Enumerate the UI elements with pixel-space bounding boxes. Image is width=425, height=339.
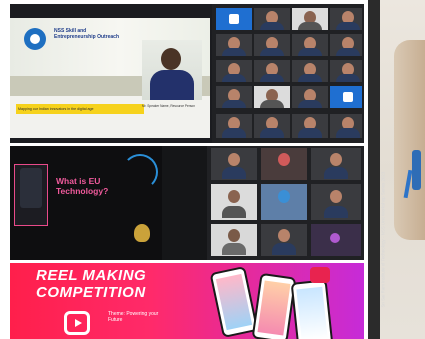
slide-title: What is EU Technology? — [56, 176, 109, 196]
participant-tile[interactable] — [292, 34, 328, 56]
participant-tile[interactable] — [254, 86, 290, 108]
play-triangle-icon — [75, 319, 82, 327]
side-photo: Sri Sai Ram Institute of Technology - NS… — [368, 0, 425, 339]
avatar-placeholder-icon — [229, 14, 239, 24]
reel-play-icon — [64, 311, 90, 335]
shared-slide-dark: What is EU Technology? — [10, 146, 162, 260]
speaker-video — [142, 40, 202, 100]
banner-title: REEL MAKING COMPETITION — [36, 267, 236, 301]
participant-gallery-top — [212, 4, 364, 143]
meeting-screenshot-top: NSS Skill and Entrepreneurship Outreach … — [10, 4, 364, 143]
emblem-icon — [134, 224, 150, 242]
participant-tile[interactable] — [216, 34, 252, 56]
phone-mockup — [251, 272, 297, 339]
logo-center — [30, 34, 40, 44]
participant-tile[interactable] — [254, 8, 290, 30]
photo-dark-edge — [368, 0, 380, 339]
organization-logo-icon — [24, 28, 46, 50]
phone-illustration-icon — [20, 168, 42, 208]
participant-tile[interactable] — [330, 8, 362, 30]
bottle-in-photo — [412, 150, 421, 190]
participant-tile[interactable] — [292, 86, 328, 108]
participant-tile[interactable] — [211, 224, 257, 256]
participant-tile[interactable] — [330, 86, 362, 108]
participant-tile[interactable] — [330, 60, 362, 82]
speaker-caption: Mr. Speaker Name, Resource Person — [142, 104, 195, 108]
participant-tile[interactable] — [216, 86, 252, 108]
participant-tile[interactable] — [311, 184, 361, 220]
shared-slide: NSS Skill and Entrepreneurship Outreach … — [10, 18, 210, 138]
participant-tile[interactable] — [254, 114, 290, 138]
participant-gallery-middle — [207, 146, 364, 260]
participant-tile[interactable] — [216, 114, 252, 138]
phone-mockup — [290, 279, 334, 339]
participant-tile[interactable] — [261, 224, 307, 256]
reel-competition-banner: REEL MAKING COMPETITION Theme: Powering … — [10, 263, 364, 339]
banner-subtitle: Theme: Powering your Future — [108, 311, 159, 323]
phone-mockup — [209, 265, 259, 339]
participant-tile[interactable] — [216, 60, 252, 82]
decorative-arc — [122, 154, 158, 190]
participant-tile[interactable] — [254, 60, 290, 82]
banner-title-line2: COMPETITION — [36, 284, 146, 301]
participant-tile[interactable] — [330, 114, 362, 138]
participant-tile[interactable] — [211, 148, 257, 180]
participant-tile[interactable] — [292, 8, 328, 30]
slide-highlight-strip: Mapping our Indian innovators in the dig… — [16, 104, 144, 114]
slide-heading: NSS Skill and Entrepreneurship Outreach — [54, 28, 120, 40]
participant-tile[interactable] — [254, 34, 290, 56]
avatar-placeholder-icon — [343, 92, 353, 102]
speaker-head — [161, 48, 181, 70]
participant-tile[interactable] — [330, 34, 362, 56]
vertical-caption: Sri Sai Ram Institute of Technology - NS… — [380, 171, 386, 308]
participant-tile[interactable] — [292, 60, 328, 82]
arm-in-photo — [394, 40, 425, 240]
speaker-body — [150, 70, 194, 100]
participant-tile[interactable] — [216, 8, 252, 30]
meeting-screenshot-middle: What is EU Technology? — [10, 146, 364, 260]
participant-tile[interactable] — [311, 224, 361, 256]
participant-tile[interactable] — [261, 184, 307, 220]
participant-tile[interactable] — [261, 148, 307, 180]
participant-tile[interactable] — [211, 184, 257, 220]
banner-title-line1: REEL MAKING — [36, 267, 147, 284]
participant-tile[interactable] — [292, 114, 328, 138]
app-badge-icon — [310, 267, 330, 283]
participant-tile[interactable] — [311, 148, 361, 180]
